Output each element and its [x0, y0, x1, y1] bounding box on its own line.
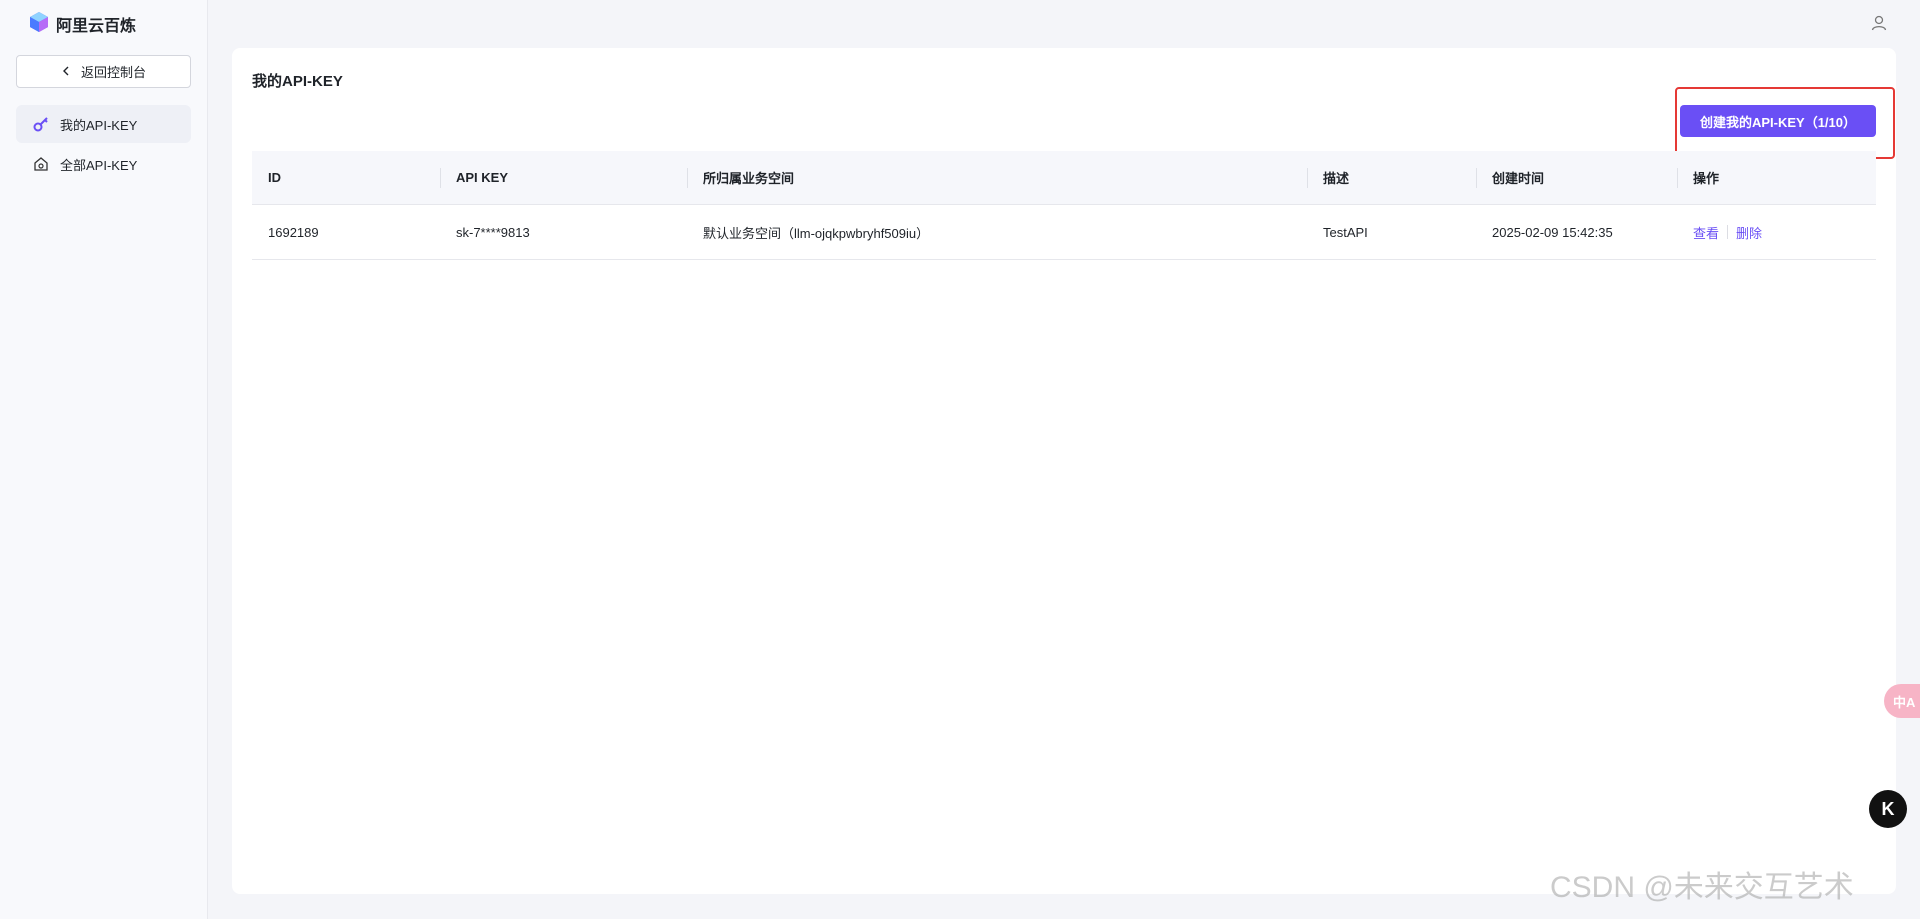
column-header-api-key: API KEY	[440, 151, 687, 204]
table-row: 1692189 sk-7****9813 默认业务空间（llm-ojqkpwbr…	[252, 205, 1876, 260]
create-api-key-button[interactable]: 创建我的API-KEY（1/10）	[1680, 105, 1876, 137]
sidebar-item-my-api-key[interactable]: 我的API-KEY	[16, 105, 191, 143]
view-link[interactable]: 查看	[1693, 223, 1719, 242]
action-divider	[1727, 225, 1729, 239]
cell-id: 1692189	[268, 224, 319, 240]
assistant-widget-button[interactable]: K	[1869, 790, 1907, 828]
api-key-table: ID API KEY 所归属业务空间 描述 创建时间 操作 1692189 sk…	[252, 151, 1876, 260]
column-header-workspace: 所归属业务空间	[687, 151, 1307, 204]
cell-created: 2025-02-09 15:42:35	[1492, 224, 1613, 240]
sidebar-item-label: 我的API-KEY	[60, 117, 138, 133]
back-to-console-label: 返回控制台	[80, 65, 146, 80]
main-panel: 我的API-KEY 创建我的API-KEY（1/10） ID API KEY 所…	[232, 48, 1896, 894]
cell-description: TestAPI	[1323, 224, 1368, 240]
brand-name: 阿里云百炼	[56, 18, 137, 35]
bailian-logo-icon	[28, 11, 50, 38]
key-icon	[32, 115, 50, 133]
sidebar-item-label: 全部API-KEY	[60, 157, 138, 173]
watermark: CSDN @未来交互艺术	[1550, 871, 1854, 904]
brand[interactable]: 阿里云百炼	[28, 11, 137, 38]
table-header: ID API KEY 所归属业务空间 描述 创建时间 操作	[252, 151, 1876, 205]
delete-link[interactable]: 删除	[1736, 223, 1762, 242]
chevron-left-icon	[61, 64, 71, 79]
user-icon[interactable]	[1870, 14, 1888, 32]
translate-widget-button[interactable]: 中A	[1884, 684, 1920, 718]
column-header-id: ID	[268, 170, 281, 185]
column-header-description: 描述	[1307, 151, 1476, 204]
page-title: 我的API-KEY	[252, 73, 343, 90]
sidebar: 阿里云百炼 返回控制台 我的API-KEY 全部API-KEY	[0, 0, 208, 919]
cell-actions: 查看 删除	[1677, 205, 1876, 259]
house-icon	[32, 155, 50, 173]
sidebar-item-all-api-key[interactable]: 全部API-KEY	[16, 145, 191, 183]
back-to-console-button[interactable]: 返回控制台	[16, 55, 191, 88]
cell-workspace: 默认业务空间（llm-ojqkpwbryhf509iu）	[703, 225, 930, 241]
cell-api-key: sk-7****9813	[456, 224, 530, 240]
column-header-actions: 操作	[1677, 151, 1876, 204]
column-header-created: 创建时间	[1476, 151, 1677, 204]
